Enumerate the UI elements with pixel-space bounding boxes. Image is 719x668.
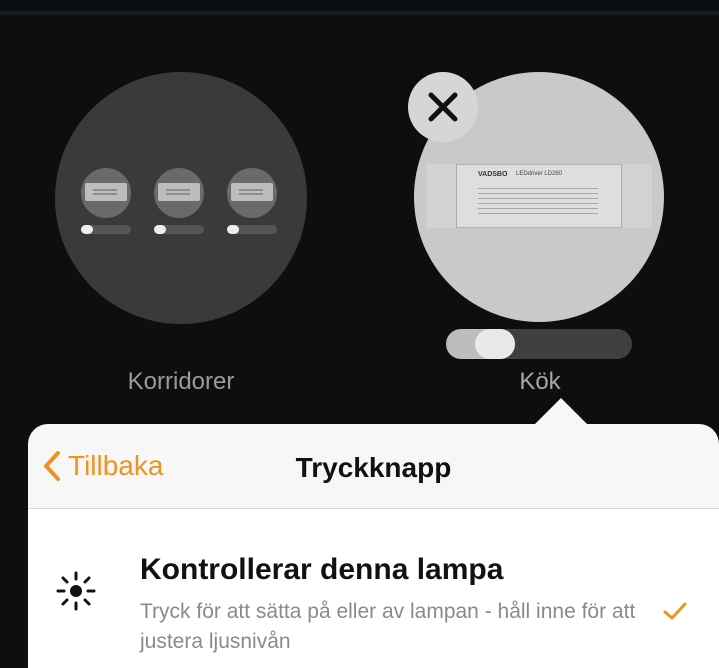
room-label-korridorer: Korridorer — [127, 368, 235, 395]
lamp-thumbnail — [81, 168, 131, 218]
close-button[interactable] — [408, 72, 478, 142]
option-row-controls-lamp[interactable]: Kontrollerar denna lampa Tryck för att s… — [28, 509, 719, 668]
status-bar — [0, 0, 719, 15]
room-label-kok: Kök — [519, 368, 561, 395]
lamp-mini-slider — [154, 225, 204, 234]
lamp-thumbnail — [154, 168, 204, 218]
popover-header: Tillbaka Tryckknapp — [28, 424, 719, 509]
popover-title: Tryckknapp — [295, 452, 452, 483]
checkmark-icon — [663, 602, 687, 620]
lamp-thumbnail — [227, 168, 277, 218]
led-driver-image: VADSBO LEDdriver LD260 — [426, 164, 652, 228]
lamp-mini-slider — [227, 225, 277, 234]
popover-body: Kontrollerar denna lampa Tryck för att s… — [28, 509, 719, 668]
sun-icon — [56, 571, 96, 611]
brightness-slider[interactable] — [446, 329, 632, 359]
slider-knob[interactable] — [475, 329, 516, 359]
option-description: Tryck för att sätta på eller av lampan -… — [140, 600, 636, 653]
option-title: Kontrollerar denna lampa — [140, 553, 504, 586]
lamp-mini-slider — [81, 225, 131, 234]
close-icon — [428, 92, 458, 122]
room-korridorer-circle[interactable] — [55, 72, 307, 324]
settings-popover: Tillbaka Tryckknapp Kontrollerar denna l… — [28, 398, 719, 668]
